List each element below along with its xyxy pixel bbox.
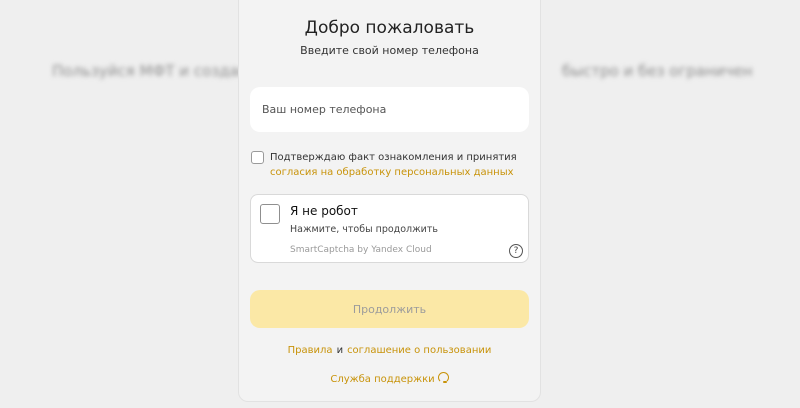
consent-link[interactable]: согласия на обработку персональных данны… <box>270 165 517 180</box>
terms-links: Правила и соглашение о пользовании <box>239 345 540 356</box>
consent-label: Подтверждаю факт ознакомления и принятия… <box>270 150 517 180</box>
terms-and: и <box>336 345 344 356</box>
agreement-link[interactable]: соглашение о пользовании <box>347 345 491 356</box>
rules-link[interactable]: Правила <box>288 345 333 356</box>
support-link[interactable]: Служба поддержки <box>239 372 540 385</box>
page-title: Добро пожаловать <box>304 18 475 38</box>
login-card: Добро пожаловать Введите свой номер теле… <box>238 0 541 402</box>
help-icon[interactable]: ? <box>509 244 523 258</box>
headset-icon <box>437 372 449 383</box>
blurred-text-right: быстро и без ограничений <box>562 62 752 80</box>
phone-field[interactable] <box>250 87 529 132</box>
continue-button[interactable]: Продолжить <box>250 290 529 328</box>
consent-checkbox[interactable] <box>251 151 264 164</box>
consent-row: Подтверждаю факт ознакомления и принятия… <box>251 150 531 180</box>
phone-input[interactable] <box>260 102 519 117</box>
captcha-checkbox[interactable] <box>260 204 280 224</box>
captcha-title: Я не робот <box>290 204 358 218</box>
page-subtitle: Введите свой номер телефона <box>300 44 479 57</box>
captcha-hint: Нажмите, чтобы продолжить <box>290 224 438 235</box>
captcha-widget: Я не робот Нажмите, чтобы продолжить Sma… <box>250 194 529 263</box>
captcha-brand: SmartCaptcha by Yandex Cloud <box>290 245 432 255</box>
consent-text: Подтверждаю факт ознакомления и принятия <box>270 152 517 163</box>
blurred-text-left: Пользуйся МФТ и создавай сделки <box>52 62 262 80</box>
support-label: Служба поддержки <box>330 374 435 385</box>
